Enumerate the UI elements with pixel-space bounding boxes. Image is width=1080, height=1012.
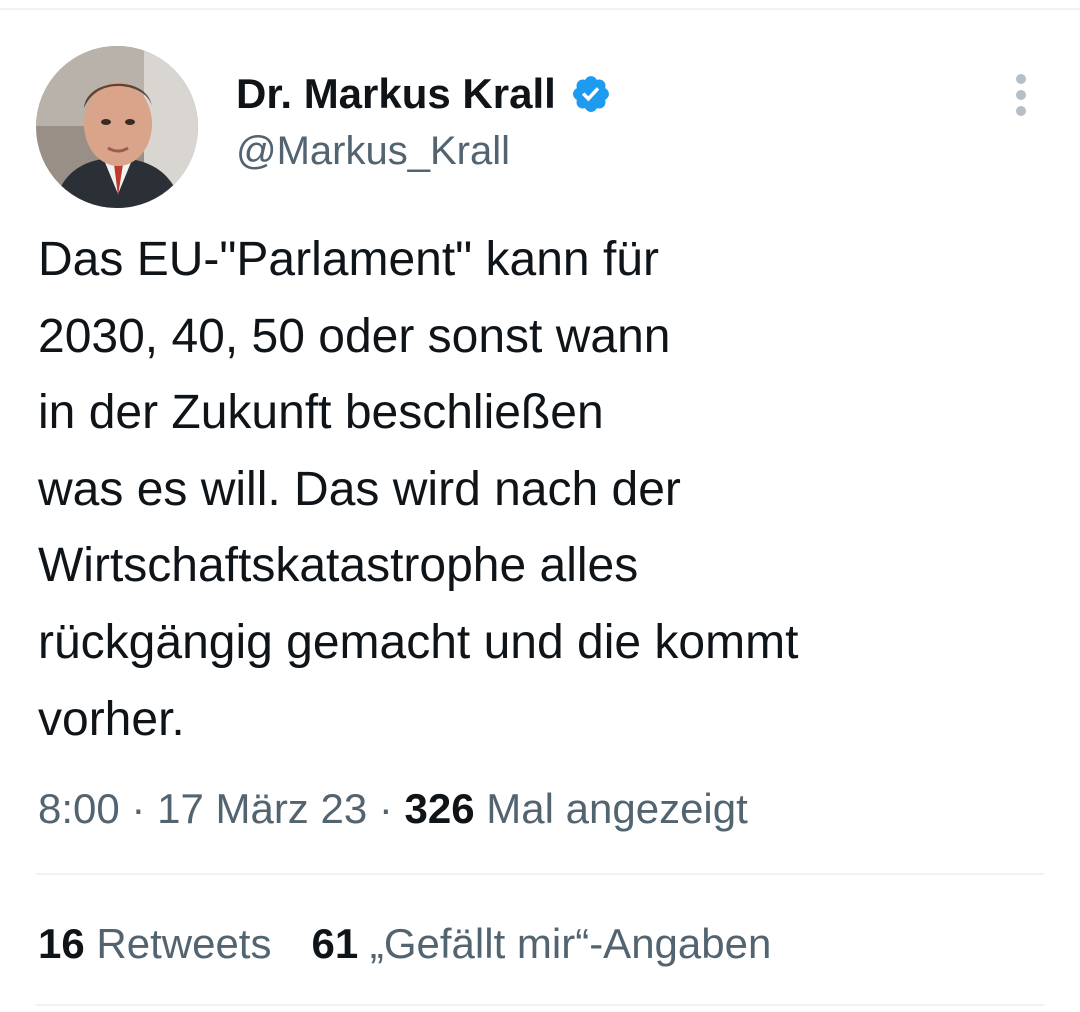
- tweet-stats: 16 Retweets 61 „Gefällt mir“-Angaben: [38, 914, 771, 974]
- tweet-text-line: in der Zukunft beschließen: [38, 386, 604, 440]
- meta-separator: ·: [378, 785, 393, 832]
- tweet-time[interactable]: 8:00: [38, 785, 120, 832]
- likes-label: „Gefällt mir“-Angaben: [369, 920, 772, 967]
- retweets-label: Retweets: [96, 920, 272, 967]
- more-vertical-icon[interactable]: [1004, 74, 1038, 116]
- author-name-text[interactable]: Dr. Markus Krall: [236, 66, 556, 122]
- tweet-meta: 8:00 · 17 März 23 · 326 Mal angezeigt: [38, 778, 748, 840]
- author-handle[interactable]: @Markus_Krall: [236, 124, 510, 178]
- tweet-text: Das EU-"Parlament" kann für 2030, 40, 50…: [38, 222, 1048, 758]
- more-dot: [1016, 90, 1026, 100]
- views-label: Mal angezeigt: [486, 785, 748, 832]
- more-dot: [1016, 74, 1026, 84]
- views-count: 326: [404, 785, 475, 832]
- tweet-text-line: Das EU-"Parlament" kann für: [38, 233, 659, 286]
- retweets-stat[interactable]: 16 Retweets: [38, 914, 271, 974]
- retweets-count: 16: [38, 920, 85, 967]
- avatar[interactable]: [36, 46, 198, 208]
- tweet-date[interactable]: 17 März 23: [157, 785, 367, 832]
- likes-count: 61: [311, 920, 359, 967]
- divider: [36, 873, 1044, 875]
- tweet-text-line: vorher.: [38, 692, 185, 746]
- bottom-divider: [36, 1004, 1044, 1006]
- author-display-name[interactable]: Dr. Markus Krall: [236, 66, 612, 122]
- tweet-text-line: rückgängig gemacht und die kommt: [38, 615, 799, 669]
- tweet-text-line: Wirtschaftskatastrophe alles: [38, 539, 639, 593]
- top-divider: [0, 8, 1080, 10]
- verified-badge-icon: [570, 73, 612, 115]
- tweet-text-line: was es will. Das wird nach der: [38, 462, 681, 516]
- tweet-text-line: 2030, 40, 50 oder sonst wann: [38, 309, 671, 363]
- meta-separator: ·: [131, 785, 146, 832]
- more-dot: [1016, 106, 1026, 116]
- likes-stat[interactable]: 61 „Gefällt mir“-Angaben: [311, 914, 771, 974]
